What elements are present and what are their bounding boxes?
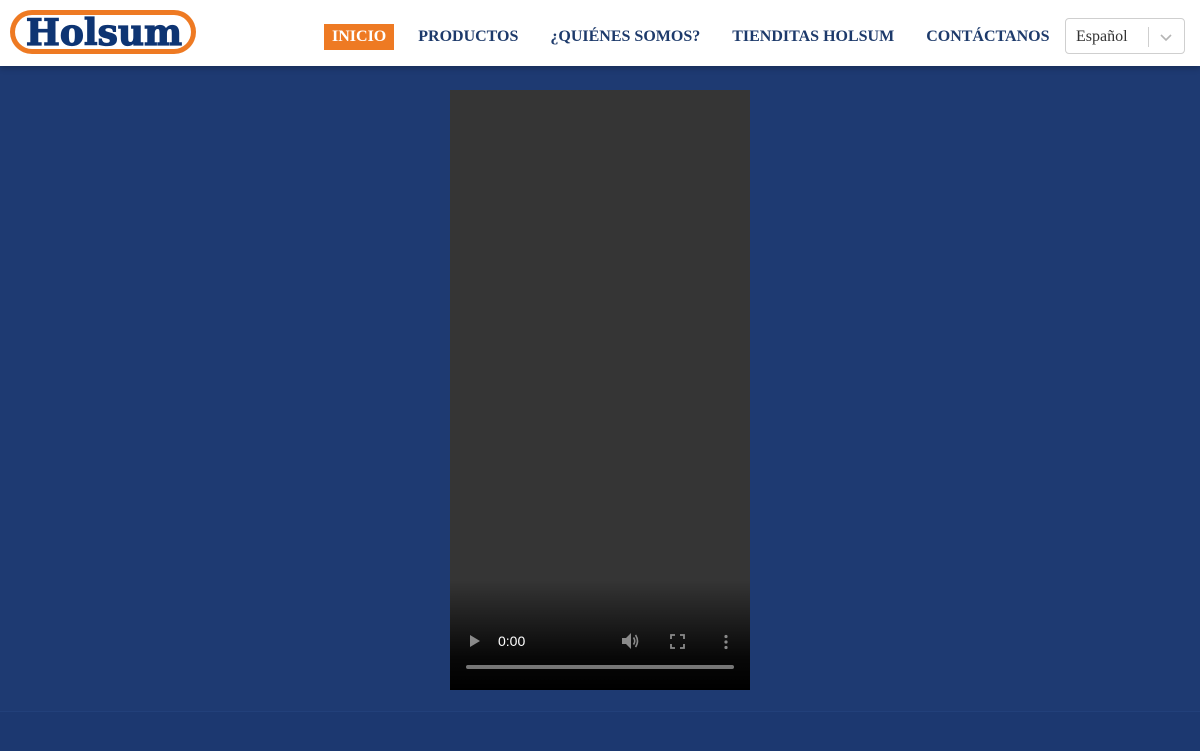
nav-item-inicio[interactable]: INICIO (324, 24, 395, 50)
play-icon[interactable] (466, 633, 482, 649)
nav-item-tienditas-holsum[interactable]: TIENDITAS HOLSUM (732, 24, 894, 50)
language-selected-value: Español (1076, 28, 1128, 45)
video-current-time: 0:00 (498, 633, 526, 649)
video-controls-gradient (450, 580, 750, 690)
volume-icon[interactable] (620, 632, 640, 650)
site-header: Holsum INICIO PRODUCTOS ¿QUIÉNES SOMOS? … (0, 0, 1200, 66)
video-player[interactable]: 0:00 (450, 90, 750, 690)
more-options-icon[interactable] (722, 634, 730, 650)
footer-band (0, 711, 1200, 751)
language-select[interactable]: Español (1065, 18, 1185, 54)
language-select-divider (1148, 27, 1149, 47)
fullscreen-icon[interactable] (670, 634, 685, 649)
nav-item-quienes-somos[interactable]: ¿QUIÉNES SOMOS? (550, 24, 700, 50)
logo-text: Holsum (26, 12, 182, 54)
video-progress-bar[interactable] (466, 665, 734, 669)
main-nav: INICIO PRODUCTOS ¿QUIÉNES SOMOS? TIENDIT… (324, 24, 1049, 50)
nav-item-productos[interactable]: PRODUCTOS (418, 24, 518, 50)
holsum-logo[interactable]: Holsum (8, 6, 200, 58)
chevron-down-icon[interactable] (1158, 29, 1174, 45)
nav-item-contactanos[interactable]: CONTÁCTANOS (926, 24, 1049, 50)
